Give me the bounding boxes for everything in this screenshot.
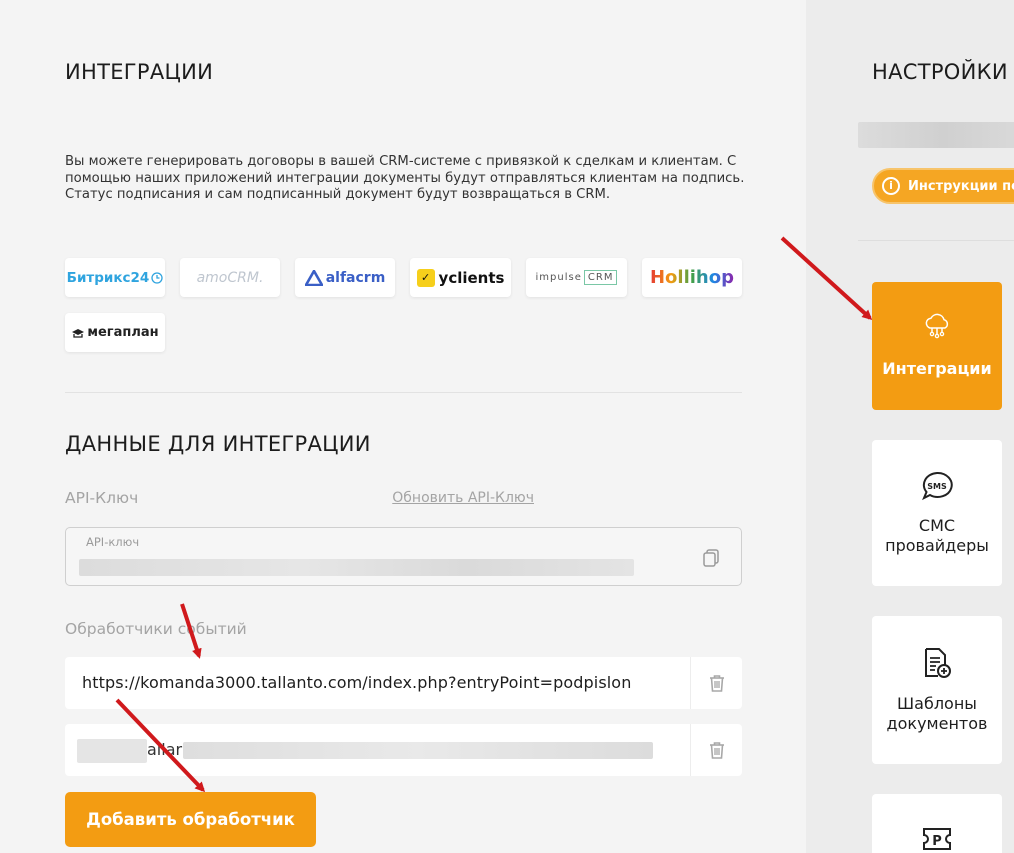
svg-text:SMS: SMS <box>927 482 947 491</box>
handler-row[interactable]: allar <box>65 724 742 776</box>
instructions-button-label: Инструкции по <box>908 178 1014 194</box>
megaplan-logo[interactable]: мегаплан <box>65 313 165 352</box>
yclients-logo-text: yclients <box>438 268 505 287</box>
handler-separator <box>690 724 691 776</box>
info-icon: i <box>882 177 900 195</box>
cloud-network-icon <box>925 313 949 339</box>
clock-icon <box>151 271 163 284</box>
hollihop-logo[interactable]: Hollihop <box>642 258 742 297</box>
hollihop-logo-text: Hollihop <box>649 267 734 288</box>
add-handler-button[interactable]: Добавить обработчик <box>65 792 316 847</box>
integration-description: Вы можете генерировать договоры в вашей … <box>65 154 745 202</box>
alfa-triangle-icon <box>304 269 323 286</box>
impulsecrm-logo-text: impulse <box>535 272 582 283</box>
svg-text:P: P <box>932 834 942 849</box>
api-key-value-redacted <box>79 559 634 576</box>
yclients-logo[interactable]: ✓ yclients <box>410 258 511 297</box>
impulsecrm-logo-crm: CRM <box>583 270 618 285</box>
handler-url[interactable]: allar <box>147 740 182 759</box>
page-title: ИНТЕГРАЦИИ <box>65 60 214 84</box>
megaplan-logo-text: мегаплан <box>87 325 159 340</box>
refresh-api-key-link[interactable]: Обновить API-Ключ <box>392 490 534 506</box>
api-key-label: API-Ключ <box>65 489 139 507</box>
instructions-button[interactable]: i Инструкции по <box>872 168 1014 204</box>
settings-card-sms[interactable]: SMS СМС провайдеры <box>872 440 1002 586</box>
handler-row[interactable]: https://komanda3000.tallanto.com/index.p… <box>65 657 742 709</box>
amocrm-logo-text: amoCRM. <box>196 269 264 286</box>
bitrix24-logo[interactable]: Битрикс24 <box>65 258 165 297</box>
account-name-redacted <box>858 122 1014 148</box>
handler-url-redacted <box>183 742 653 759</box>
megaplan-hat-icon <box>72 328 85 338</box>
alfacrm-logo-text: alfacrm <box>325 269 386 286</box>
document-add-icon <box>925 648 951 678</box>
api-key-field-label: API-ключ <box>86 535 140 549</box>
main-content: ИНТЕГРАЦИИ Вы можете генерировать догово… <box>0 0 806 853</box>
settings-card-label: СМС провайдеры <box>885 516 989 555</box>
bitrix24-logo-text: Битрикс24 <box>66 269 150 286</box>
copy-icon[interactable] <box>701 548 721 568</box>
settings-card-label: Интеграции <box>882 359 992 378</box>
handler-url-redacted <box>77 739 147 763</box>
api-key-field[interactable]: API-ключ <box>65 527 742 586</box>
settings-title: НАСТРОЙКИ <box>872 60 1008 84</box>
amocrm-logo[interactable]: amoCRM. <box>180 258 280 297</box>
trash-icon[interactable] <box>706 672 728 694</box>
section-divider <box>65 392 742 393</box>
yclients-badge-icon: ✓ <box>416 268 435 287</box>
handler-url[interactable]: https://komanda3000.tallanto.com/index.p… <box>82 673 631 692</box>
trash-icon[interactable] <box>706 739 728 761</box>
impulsecrm-logo[interactable]: impulse CRM <box>526 258 627 297</box>
settings-card-integrations[interactable]: Интеграции <box>872 282 1002 410</box>
handler-separator <box>690 657 691 709</box>
parking-ticket-icon: P <box>923 828 951 850</box>
integration-data-title: ДАННЫЕ ДЛЯ ИНТЕГРАЦИИ <box>65 432 371 456</box>
sms-bubble-icon: SMS <box>922 471 953 501</box>
settings-card-templates[interactable]: Шаблоны документов <box>872 616 1002 764</box>
event-handlers-label: Обработчики событий <box>65 620 247 638</box>
alfacrm-logo[interactable]: alfacrm <box>295 258 395 297</box>
settings-card-label: Шаблоны документов <box>886 694 988 733</box>
sidebar-divider <box>858 240 1014 241</box>
settings-sidebar: НАСТРОЙКИ i Инструкции по Интеграции SMS… <box>806 0 1014 853</box>
settings-card-payments[interactable]: P <box>872 794 1002 853</box>
